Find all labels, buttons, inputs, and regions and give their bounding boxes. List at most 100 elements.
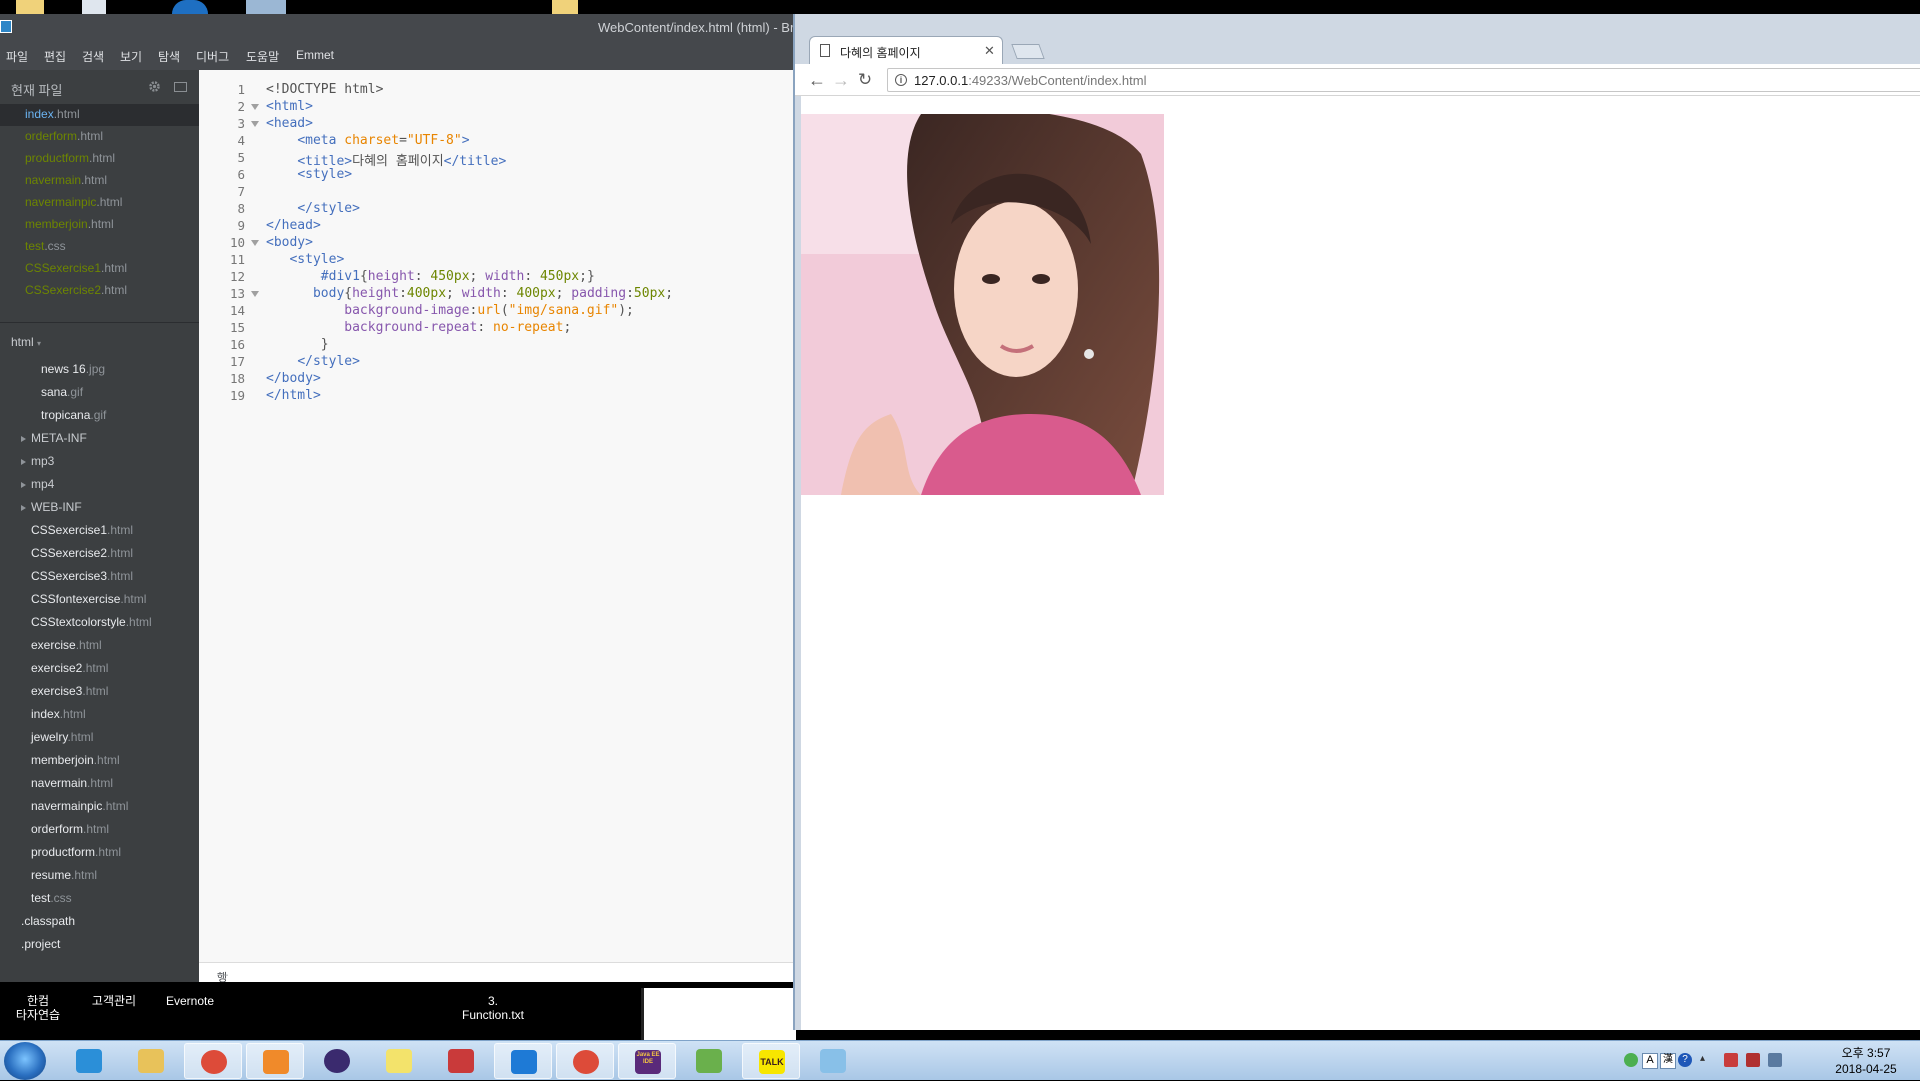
tree-file[interactable]: CSSfontexercise.html xyxy=(31,592,146,614)
tree-file[interactable]: CSStextcolorstyle.html xyxy=(31,615,152,637)
new-tab-button[interactable] xyxy=(1011,44,1045,59)
file-name: META-INF xyxy=(31,431,87,445)
flag-icon[interactable] xyxy=(1746,1053,1760,1067)
working-file-item[interactable]: orderform.html xyxy=(0,126,199,148)
help-icon[interactable]: ? xyxy=(1678,1053,1692,1067)
close-icon[interactable]: ✕ xyxy=(984,43,995,59)
taskbar-button-file-explorer[interactable] xyxy=(122,1043,180,1079)
working-file-item[interactable]: CSSexercise1.html xyxy=(0,258,199,280)
working-file-item[interactable]: index.html xyxy=(0,104,199,126)
line-number: 17 xyxy=(229,354,245,369)
working-file-item[interactable]: navermain.html xyxy=(0,170,199,192)
taskbar-button-media-player[interactable] xyxy=(246,1043,304,1079)
tree-file[interactable]: .classpath xyxy=(21,914,75,936)
taskbar-button-chrome[interactable] xyxy=(556,1043,614,1079)
folder-icon[interactable] xyxy=(16,0,44,14)
taskbar-button-sticky-notes[interactable] xyxy=(370,1043,428,1079)
taskbar-button-chrome[interactable] xyxy=(184,1043,242,1079)
working-file-item[interactable]: test.css xyxy=(0,236,199,258)
taskbar-button-internet-explorer[interactable] xyxy=(60,1043,118,1079)
display-icon[interactable] xyxy=(1768,1053,1782,1067)
tree-file[interactable]: resume.html xyxy=(31,868,97,890)
tree-file[interactable]: index.html xyxy=(31,707,86,729)
working-files-label: 현재 파일 xyxy=(11,83,63,98)
tree-folder[interactable]: WEB-INF xyxy=(21,500,82,522)
code-editor[interactable]: 1 2 3 4 5 6 7 8 9 10 11 12 13 14 15 16 17 18 19 <!DOCTYPE … xyxy=(199,70,795,1025)
menu-find[interactable]: 검색 xyxy=(82,48,104,65)
tree-folder[interactable]: mp4 xyxy=(21,477,54,499)
background-window[interactable] xyxy=(641,988,796,1040)
tree-folder[interactable]: mp3 xyxy=(21,454,54,476)
working-file-item[interactable]: CSSexercise2.html xyxy=(0,280,199,302)
tree-file[interactable]: CSSexercise1.html xyxy=(31,523,133,545)
tree-file[interactable]: CSSexercise2.html xyxy=(31,546,133,568)
taskbar-button-brackets[interactable] xyxy=(494,1043,552,1079)
document-icon[interactable] xyxy=(82,0,106,14)
network-status-icon[interactable] xyxy=(1624,1053,1638,1067)
folder-icon[interactable] xyxy=(552,0,578,14)
brackets-app-icon[interactable] xyxy=(0,20,12,33)
input-mode-icon[interactable]: A xyxy=(1642,1053,1658,1069)
forward-arrow-icon[interactable]: → xyxy=(831,70,851,90)
taskbar-button-notepad[interactable] xyxy=(804,1043,862,1079)
split-view-icon[interactable] xyxy=(174,82,187,92)
tree-file[interactable]: exercise2.html xyxy=(31,661,108,683)
working-file-item[interactable]: productform.html xyxy=(0,148,199,170)
tree-file[interactable]: jewelry.html xyxy=(31,730,93,752)
tree-file[interactable]: test.css xyxy=(31,891,72,913)
tree-file[interactable]: tropicana.gif xyxy=(41,408,106,430)
address-bar[interactable]: i 127.0.0.1:49233/WebContent/index.html xyxy=(887,68,1920,92)
menu-navigate[interactable]: 탐색 xyxy=(158,48,180,65)
taskbar-button-eclipse[interactable] xyxy=(308,1043,366,1079)
desktop-shortcut-function-txt[interactable]: 3. Function.txt xyxy=(453,994,533,1022)
clock[interactable]: 오후 3:57 2018-04-25 xyxy=(1816,1045,1916,1077)
desktop-shortcut-evernote[interactable]: Evernote xyxy=(160,994,220,1008)
taskbar-button-kakaotalk[interactable]: TALK xyxy=(742,1043,800,1079)
menu-debug[interactable]: 디버그 xyxy=(196,48,229,65)
desktop-shortcut-hancom[interactable]: 한컴 타자연습 xyxy=(8,994,68,1022)
chevron-up-icon[interactable]: ▴ xyxy=(1700,1053,1714,1067)
reload-icon[interactable]: ↻ xyxy=(855,70,875,90)
tree-file[interactable]: navermain.html xyxy=(31,776,113,798)
hanja-icon[interactable]: 漢 xyxy=(1660,1053,1676,1069)
tree-file[interactable]: productform.html xyxy=(31,845,121,867)
fold-arrow-icon[interactable] xyxy=(251,240,259,246)
tree-file[interactable]: CSSexercise3.html xyxy=(31,569,133,591)
gear-icon[interactable] xyxy=(148,80,161,93)
app-icon[interactable] xyxy=(172,0,208,14)
fold-arrow-icon[interactable] xyxy=(251,104,259,110)
menu-emmet[interactable]: Emmet xyxy=(296,48,334,62)
start-button[interactable] xyxy=(4,1042,46,1080)
desktop-shortcut-customer[interactable]: 고객관리 xyxy=(84,994,144,1008)
tree-file[interactable]: exercise3.html xyxy=(31,684,108,706)
tree-file[interactable]: orderform.html xyxy=(31,822,109,844)
speaker-muted-icon[interactable] xyxy=(1724,1053,1738,1067)
project-dropdown[interactable]: html ▾ xyxy=(11,335,41,349)
back-arrow-icon[interactable]: ← xyxy=(807,70,827,90)
menu-edit[interactable]: 편집 xyxy=(44,48,66,65)
tree-file[interactable]: .project xyxy=(21,937,60,959)
fold-arrow-icon[interactable] xyxy=(251,291,259,297)
file-name: mp4 xyxy=(31,477,55,491)
window-icon[interactable] xyxy=(246,0,286,14)
menu-view[interactable]: 보기 xyxy=(120,48,142,65)
working-file-item[interactable]: memberjoin.html xyxy=(0,214,199,236)
taskbar-button-network-app[interactable] xyxy=(680,1043,738,1079)
menu-help[interactable]: 도움말 xyxy=(246,48,279,65)
file-name: CSSexercise3 xyxy=(31,569,108,583)
taskbar-button-java-ee-ide[interactable]: Java EE IDE xyxy=(618,1043,676,1079)
tree-file[interactable]: navermainpic.html xyxy=(31,799,128,821)
tree-file[interactable]: memberjoin.html xyxy=(31,753,120,775)
tree-file[interactable]: sana.gif xyxy=(41,385,83,407)
tree-file[interactable]: news 16.jpg xyxy=(41,362,105,384)
tree-folder[interactable]: META-INF xyxy=(21,431,87,453)
fold-arrow-icon[interactable] xyxy=(251,121,259,127)
file-extension: .html xyxy=(107,569,134,583)
taskbar: Java EE IDE TALK A 漢 ? ▴ 오후 3:57 2018-04-… xyxy=(0,1040,1920,1080)
info-icon[interactable]: i xyxy=(895,74,907,86)
taskbar-button-paint[interactable] xyxy=(432,1043,490,1079)
menu-file[interactable]: 파일 xyxy=(6,48,28,65)
tree-file[interactable]: exercise.html xyxy=(31,638,102,660)
working-file-item[interactable]: navermainpic.html xyxy=(0,192,199,214)
browser-tab[interactable]: 다혜의 홈페이지 ✕ xyxy=(809,36,1003,64)
